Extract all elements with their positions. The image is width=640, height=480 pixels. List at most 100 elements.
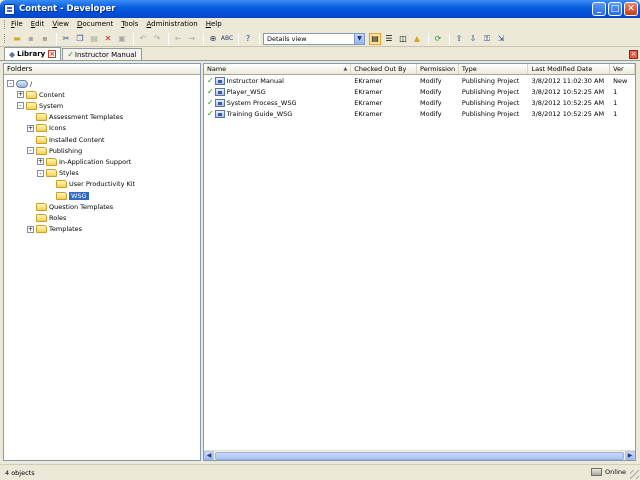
menu-help[interactable]: Help xyxy=(206,20,222,28)
menu-administration[interactable]: Administration xyxy=(146,20,197,28)
tree-item[interactable]: + Content xyxy=(17,89,65,100)
back-icon[interactable]: ← xyxy=(172,33,184,45)
tree-item[interactable]: Roles xyxy=(27,212,66,223)
checked-out-icon: ✓ xyxy=(207,87,214,96)
close-icon[interactable]: × xyxy=(48,50,57,58)
help-icon[interactable]: ? xyxy=(242,33,254,45)
collapse-icon[interactable]: - xyxy=(37,169,44,177)
tree-item[interactable]: - Styles xyxy=(37,168,79,179)
column-version[interactable]: Ver xyxy=(610,64,635,74)
folder-icon xyxy=(36,124,47,133)
column-checked-out-by[interactable]: Checked Out By xyxy=(351,64,417,74)
find-icon[interactable]: ⊕ xyxy=(207,33,219,45)
cell-text: Publishing Project xyxy=(461,76,520,85)
details-view-icon[interactable]: ▤ xyxy=(369,32,381,45)
cell-text: System Process_WSG xyxy=(226,98,297,107)
tree-item[interactable]: WSG xyxy=(47,190,89,201)
view-mode-value: Details view xyxy=(267,34,307,43)
forward-icon[interactable]: → xyxy=(186,33,198,45)
menu-grip xyxy=(4,19,7,29)
cell-text: Publishing Project xyxy=(461,98,520,107)
menu-document[interactable]: Document xyxy=(77,20,113,28)
toolbar-grip xyxy=(4,34,7,43)
maximize-button[interactable]: □ xyxy=(608,2,622,16)
scroll-right-icon[interactable]: ▶ xyxy=(625,450,635,460)
view-mode-select[interactable]: Details view ▼ xyxy=(263,32,365,45)
table-cell: EKramer xyxy=(351,88,417,96)
copy-icon[interactable]: ❐ xyxy=(74,33,86,45)
open-folder-icon[interactable]: ▬ xyxy=(11,33,23,45)
tree-item[interactable]: + Icons xyxy=(27,123,66,134)
lock-icon[interactable]: ⚿ xyxy=(481,33,493,45)
paste-icon[interactable]: ▤ xyxy=(88,33,100,45)
collapse-icon[interactable]: - xyxy=(7,80,14,87)
folder-up-icon[interactable]: ▲ xyxy=(411,33,423,45)
collapse-icon[interactable]: - xyxy=(17,102,24,110)
tree-item[interactable]: Question Templates xyxy=(27,201,113,212)
spellcheck-icon[interactable]: ABC xyxy=(221,33,233,45)
table-row[interactable]: ✓ Training Guide_WSG EKramer Modify Publishi… xyxy=(204,108,635,119)
menu-view[interactable]: View xyxy=(52,20,69,28)
expand-icon[interactable]: + xyxy=(27,124,34,132)
folder-icon xyxy=(36,202,47,211)
tab-instructor-manual[interactable]: ✓ Instructor Manual xyxy=(62,48,142,60)
check-out-icon[interactable]: ⇩ xyxy=(467,33,479,45)
folder-icon xyxy=(26,101,37,110)
cut-icon[interactable]: ✂ xyxy=(60,33,72,45)
cell-text: EKramer xyxy=(354,109,383,118)
folder-icon xyxy=(36,146,47,155)
properties-icon[interactable]: ▣ xyxy=(116,33,128,45)
column-last-modified-date[interactable]: Last Modified Date xyxy=(528,64,611,74)
table-cell: Modify xyxy=(417,77,459,85)
tree-item[interactable]: User Productivity Kit xyxy=(47,179,135,190)
chevron-down-icon[interactable]: ▼ xyxy=(354,33,364,44)
folder-icon xyxy=(36,113,47,122)
column-permission[interactable]: Permission xyxy=(417,64,459,74)
library-root-icon xyxy=(16,79,28,88)
refresh-icon[interactable]: ⟳ xyxy=(432,33,444,45)
tree-item[interactable]: + Templates xyxy=(27,224,82,235)
save-icon[interactable]: ▪ xyxy=(25,33,37,45)
undo-icon[interactable]: ↶ xyxy=(137,33,149,45)
close-button[interactable]: ✕ xyxy=(624,2,638,16)
horizontal-scrollbar[interactable]: ◀ ▶ xyxy=(204,450,635,460)
expand-icon[interactable]: + xyxy=(27,225,34,233)
publishing-project-icon xyxy=(214,98,225,107)
table-cell: EKramer xyxy=(351,77,417,85)
table-cell: 1 xyxy=(610,110,635,118)
tree-item[interactable]: - / xyxy=(7,78,32,89)
expand-icon[interactable]: + xyxy=(17,91,24,99)
scrollbar-thumb[interactable] xyxy=(215,451,624,460)
table-row[interactable]: ✓ System Process_WSG EKramer Modify Publishi… xyxy=(204,97,635,108)
scroll-left-icon[interactable]: ◀ xyxy=(204,450,214,460)
column-name[interactable]: Name ▲ xyxy=(204,64,352,74)
redo-icon[interactable]: ↷ xyxy=(151,33,163,45)
tree-item[interactable]: - System xyxy=(17,100,63,111)
tree-item[interactable]: - Publishing xyxy=(27,145,82,156)
column-type[interactable]: Type xyxy=(459,64,529,74)
tree-item[interactable]: Installed Content xyxy=(27,134,105,145)
table-cell: Publishing Project xyxy=(459,99,529,107)
cell-text: Modify xyxy=(420,109,442,118)
print-icon[interactable]: ▪ xyxy=(39,33,51,45)
close-panel-icon[interactable]: × xyxy=(629,50,638,59)
tab-library[interactable]: ◆ Library × xyxy=(4,47,62,60)
export-icon[interactable]: ⇲ xyxy=(495,33,507,45)
tree-item-label: Assessment Templates xyxy=(49,113,124,122)
collapse-icon[interactable]: - xyxy=(27,147,34,155)
table-row[interactable]: ✓ Player_WSG EKramer Modify Publishing Proje… xyxy=(204,86,635,97)
check-in-icon[interactable]: ⇪ xyxy=(453,33,465,45)
toolbar-separator xyxy=(449,32,450,45)
delete-icon[interactable]: ✕ xyxy=(102,33,114,45)
list-view-icon[interactable]: ☰ xyxy=(383,33,395,45)
tree-item[interactable]: + In-Application Support xyxy=(37,156,131,167)
split-view-icon[interactable]: ◫ xyxy=(397,33,409,45)
table-row[interactable]: ✓ Instructor Manual EKramer Modify Publishin… xyxy=(204,75,635,86)
tree-item[interactable]: Assessment Templates xyxy=(27,112,123,123)
resize-grip[interactable] xyxy=(630,470,639,479)
expand-icon[interactable]: + xyxy=(37,158,44,166)
menu-tools[interactable]: Tools xyxy=(121,20,138,28)
menu-file[interactable]: File xyxy=(11,20,23,28)
minimize-button[interactable]: _ xyxy=(592,2,606,16)
menu-edit[interactable]: Edit xyxy=(31,20,45,28)
